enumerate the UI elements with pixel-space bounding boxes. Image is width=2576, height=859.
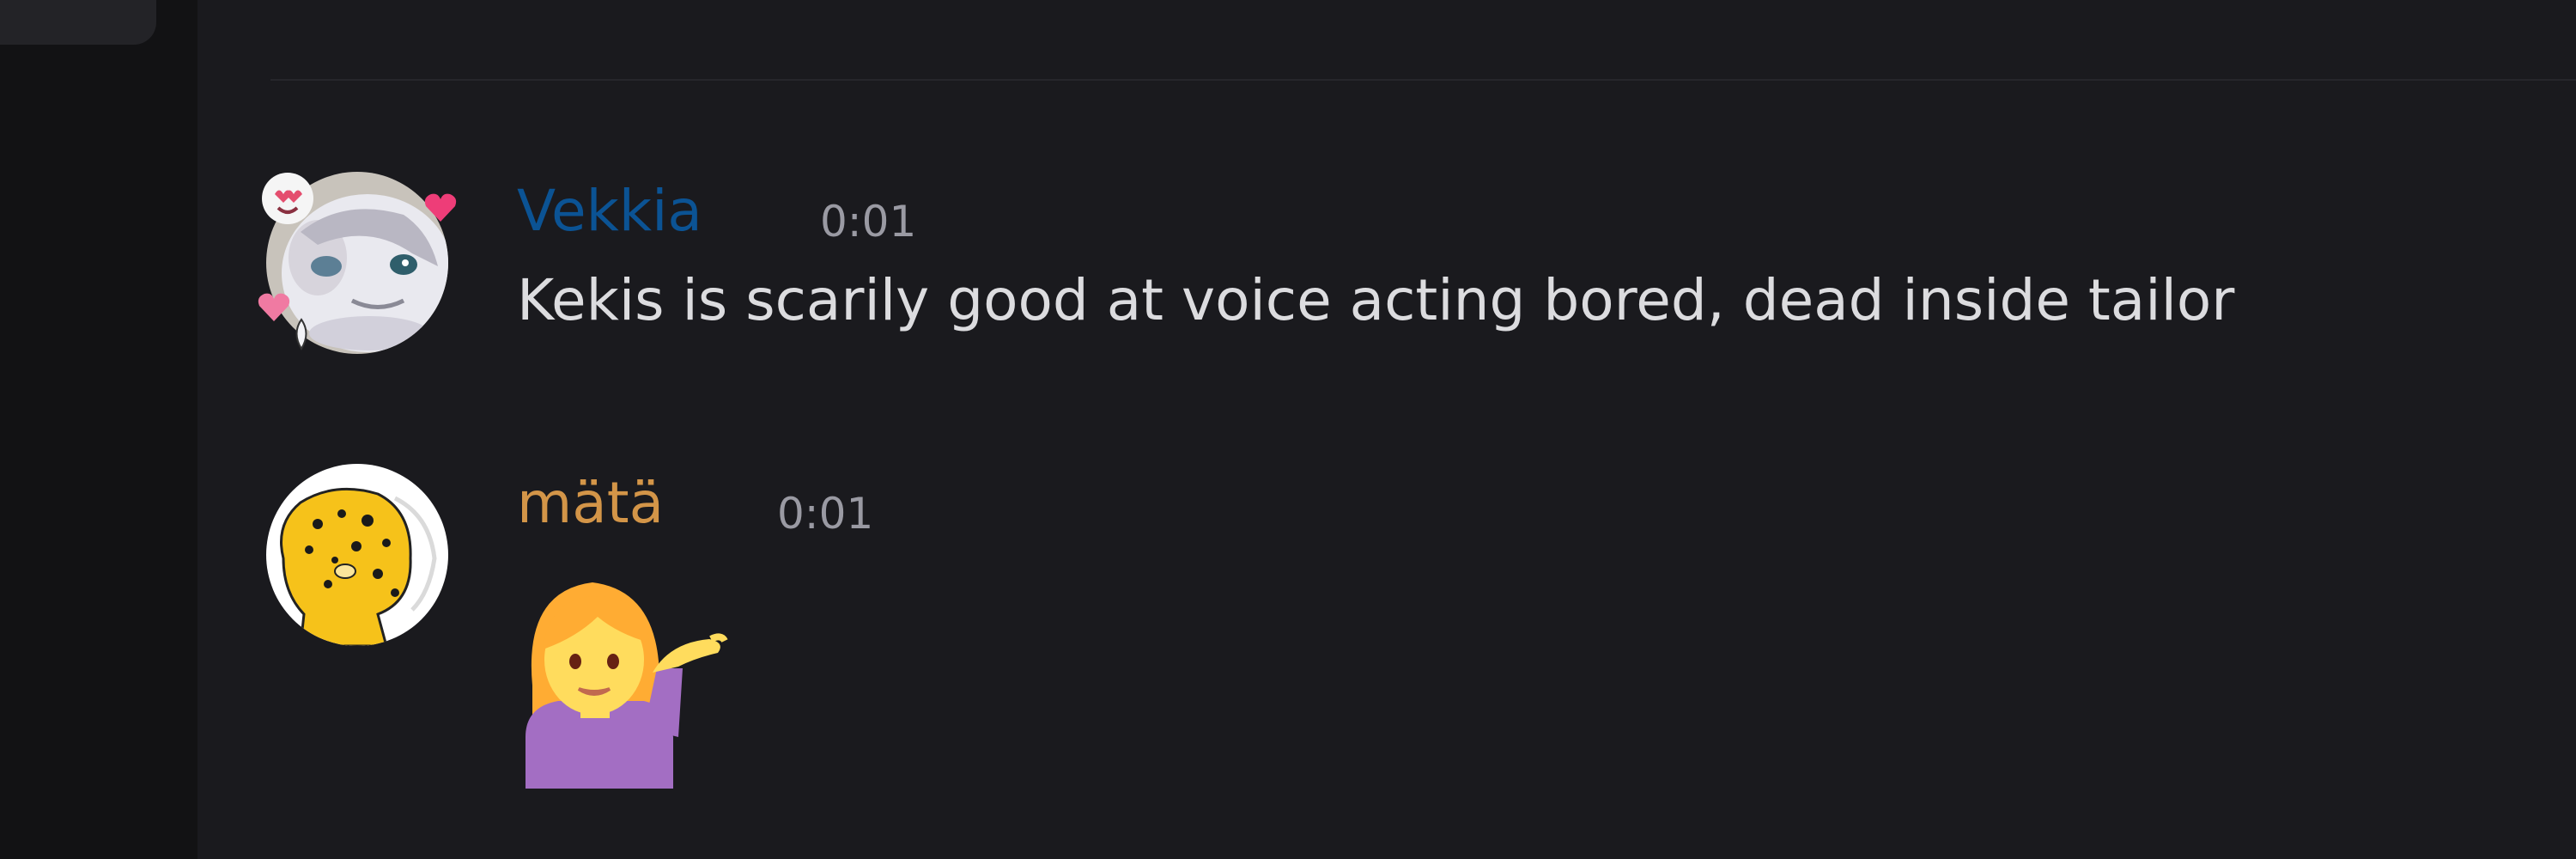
message-author[interactable]: Vekkia [517, 177, 702, 246]
chat-divider [270, 79, 2576, 81]
message-timestamp[interactable]: 0:01 [777, 488, 873, 539]
yellow-spotted-creature-avatar-icon [266, 464, 448, 646]
message-text: Kekis is scarily good at voice acting bo… [517, 267, 2235, 333]
left-rail [0, 0, 197, 859]
message-timestamp[interactable]: 0:01 [820, 196, 916, 247]
vekkia-avatar[interactable] [266, 172, 448, 354]
decorated-white-creature-avatar-icon [266, 172, 448, 354]
person-tipping-hand-icon [526, 582, 728, 789]
rail-top-card[interactable] [0, 0, 156, 45]
chat-area: Vekkia 0:01 Kekis is scarily good at voi… [197, 0, 2576, 859]
message-author[interactable]: mätä [517, 469, 664, 538]
message-emoji [515, 557, 747, 789]
mata-avatar[interactable] [266, 464, 448, 646]
